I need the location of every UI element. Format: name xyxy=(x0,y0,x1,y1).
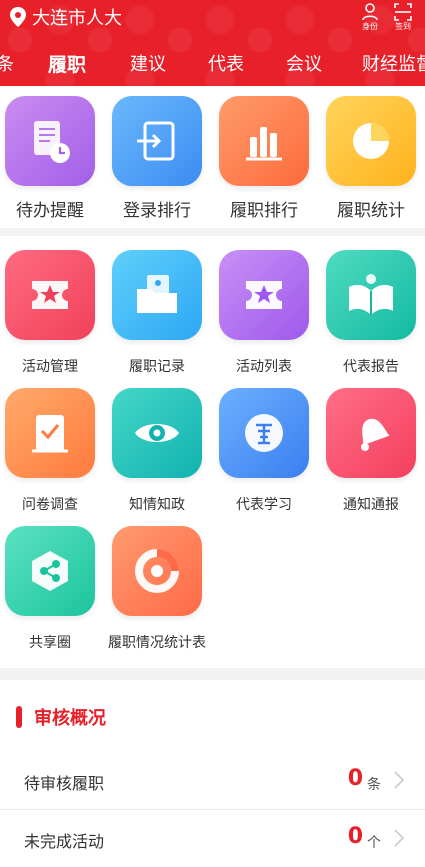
unfinished-activity-row[interactable]: 未完成活动 0 个 xyxy=(0,810,425,867)
duty-stats-tile[interactable] xyxy=(326,96,416,186)
chevron-right-icon xyxy=(394,829,405,847)
pending-review-row[interactable]: 待审核履职 0 条 xyxy=(0,752,425,810)
location-selector[interactable]: 大连市人大 xyxy=(8,4,122,30)
city-name: 大连市人大 xyxy=(32,8,122,29)
ticket-star-icon xyxy=(32,281,68,309)
unfinished-activity-unit: 个 xyxy=(367,835,381,851)
informed-politics-label: 知情知政 xyxy=(129,497,185,513)
survey-tile[interactable] xyxy=(5,388,95,478)
top-bar: 大连市人大 身份 签到 条 履职 建议 代表 会议 财经监督 xyxy=(0,0,425,86)
duty-statistics-table-label: 履职情况统计表 xyxy=(108,635,206,651)
chevron-right-icon xyxy=(394,771,405,789)
duty-ranking-tile[interactable] xyxy=(219,96,309,186)
function-panel: 活动管理 履职记录 活动列表 代表报告 问卷调查 知情知政 代表学习 通知通报 … xyxy=(0,236,425,668)
duty-ranking-label: 履职排行 xyxy=(230,201,298,221)
title-accent-bar xyxy=(16,706,22,728)
review-overview-panel: 审核概况 待审核履职 0 条 未完成活动 0 个 xyxy=(0,680,425,867)
location-pin-icon xyxy=(10,7,26,27)
study-icon xyxy=(245,414,283,452)
tab-jianyi[interactable]: 建议 xyxy=(130,50,166,76)
folder-doc-icon xyxy=(137,275,177,313)
open-book-icon xyxy=(349,274,393,315)
activity-list-label: 活动列表 xyxy=(236,359,292,375)
scroll-check-icon xyxy=(32,415,68,453)
duty-record-label: 履职记录 xyxy=(129,359,185,375)
bar-chart-icon xyxy=(246,127,282,161)
quick-panel: 待办提醒 登录排行 履职排行 履职统计 xyxy=(0,86,425,228)
tab-lvzhi[interactable]: 履职 xyxy=(48,50,86,77)
review-title: 审核概况 xyxy=(34,708,106,729)
share-icon xyxy=(32,551,68,591)
scan-signin-button[interactable]: 签到 xyxy=(389,2,417,34)
login-ranking-tile[interactable] xyxy=(112,96,202,186)
scan-label: 签到 xyxy=(395,22,411,31)
duty-record-tile[interactable] xyxy=(112,250,202,340)
unfinished-activity-name: 未完成活动 xyxy=(24,832,105,851)
representative-study-label: 代表学习 xyxy=(236,497,292,513)
tab-partial[interactable]: 条 xyxy=(0,50,14,76)
tab-caijing[interactable]: 财经监督 xyxy=(362,50,425,76)
user-icon xyxy=(362,3,378,21)
pending-review-name: 待审核履职 xyxy=(24,774,105,793)
share-circle-tile[interactable] xyxy=(5,526,95,616)
login-ranking-label: 登录排行 xyxy=(123,201,191,221)
pending-review-unit: 条 xyxy=(367,777,381,793)
duty-stats-label: 履职统计 xyxy=(337,201,405,221)
category-tabs: 条 履职 建议 代表 会议 财经监督 xyxy=(0,44,425,82)
notice-tile[interactable] xyxy=(326,388,416,478)
tab-daibiao[interactable]: 代表 xyxy=(208,50,244,76)
duty-statistics-table-tile[interactable] xyxy=(112,526,202,616)
representative-report-label: 代表报告 xyxy=(343,359,399,375)
scan-icon xyxy=(394,3,412,21)
unfinished-activity-count: 0 xyxy=(347,824,363,849)
tab-huiyi[interactable]: 会议 xyxy=(286,50,322,76)
eye-icon xyxy=(135,424,179,442)
share-circle-label: 共享圈 xyxy=(29,635,71,651)
section-title: 审核概况 xyxy=(16,704,106,730)
pending-review-count: 0 xyxy=(347,766,363,791)
activity-list-tile[interactable] xyxy=(219,250,309,340)
identity-label: 身份 xyxy=(362,22,378,31)
todo-reminder-tile[interactable] xyxy=(5,96,95,186)
bell-icon xyxy=(361,418,390,451)
identity-button[interactable]: 身份 xyxy=(356,2,384,34)
representative-study-tile[interactable] xyxy=(219,388,309,478)
ticket-star-icon xyxy=(246,281,282,309)
document-clock-icon xyxy=(34,121,70,163)
activity-management-label: 活动管理 xyxy=(22,359,78,375)
informed-politics-tile[interactable] xyxy=(112,388,202,478)
donut-icon xyxy=(135,549,179,593)
survey-label: 问卷调查 xyxy=(22,497,78,513)
pie-chart-icon xyxy=(353,123,389,159)
login-icon xyxy=(137,121,175,161)
representative-report-tile[interactable] xyxy=(326,250,416,340)
notice-label: 通知通报 xyxy=(343,497,399,513)
todo-reminder-label: 待办提醒 xyxy=(16,201,84,221)
activity-management-tile[interactable] xyxy=(5,250,95,340)
